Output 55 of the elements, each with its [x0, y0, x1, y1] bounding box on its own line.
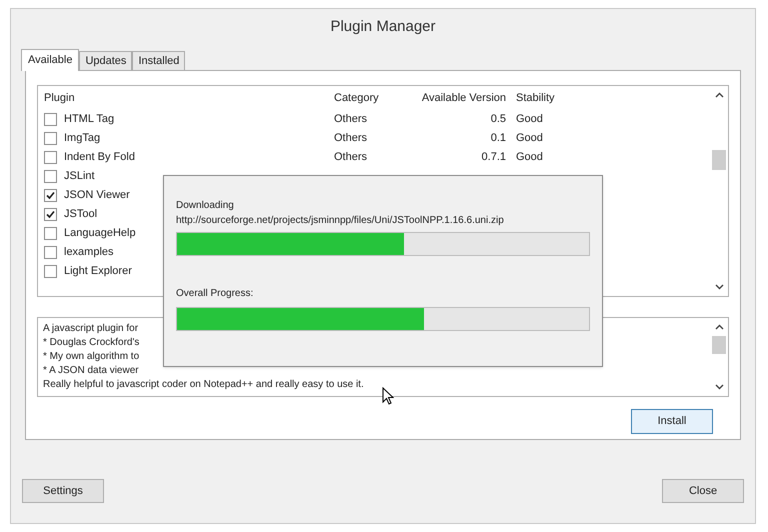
plugin-name: JSLint: [64, 169, 95, 184]
column-header[interactable]: Stability: [512, 90, 588, 106]
close-button[interactable]: Close: [662, 479, 744, 503]
scroll-up-icon[interactable]: [714, 92, 724, 98]
check-icon: [46, 210, 55, 219]
table-cell-text: Others: [333, 131, 368, 146]
checkbox[interactable]: [44, 208, 57, 221]
overall-progress-label: Overall Progress:: [176, 287, 254, 301]
column-header[interactable]: Category: [328, 90, 408, 106]
table-cell-text: 0.7.1: [480, 150, 507, 166]
table-cell-text: Good: [515, 150, 544, 166]
plugin-name: JSON Viewer: [64, 188, 130, 204]
description-line: * A JSON data viewer: [43, 364, 140, 378]
table-cell-text: Others: [333, 150, 368, 166]
column-header[interactable]: Available Version: [408, 90, 512, 106]
description-line: * My own algorithm to: [43, 350, 140, 364]
table-cell-text: 0.5: [490, 112, 507, 128]
checkbox[interactable]: [44, 227, 57, 240]
window-title: Plugin Manager: [330, 16, 436, 37]
column-header[interactable]: Plugin: [38, 90, 328, 106]
table-cell-text: Others: [333, 112, 368, 128]
description-line: * Douglas Crockford's: [43, 336, 140, 350]
checkbox[interactable]: [44, 132, 57, 145]
plugin-name: lexamples: [64, 245, 114, 260]
settings-button[interactable]: Settings: [22, 479, 104, 503]
table-cell-text: Good: [515, 112, 544, 128]
download-url: http://sourceforge.net/projects/jsminnpp/files/Uni/JSToolNPP.1.16.6.uni.zip: [176, 214, 505, 228]
checkbox[interactable]: [44, 151, 57, 164]
tab[interactable]: Installed: [132, 51, 186, 70]
plugin-name: ImgTag: [64, 131, 100, 146]
tab[interactable]: Available: [21, 49, 80, 71]
scroll-thumb[interactable]: [712, 336, 726, 354]
scroll-thumb[interactable]: [712, 150, 726, 170]
plugin-name: JSTool: [64, 207, 98, 222]
plugin-name: Indent By Fold: [64, 150, 135, 166]
scroll-down-icon[interactable]: [714, 384, 724, 390]
checkbox[interactable]: [44, 265, 57, 278]
plugin-name: HTML Tag: [64, 112, 114, 128]
downloading-label: Downloading: [176, 199, 235, 213]
checkbox[interactable]: [44, 170, 57, 183]
checkbox[interactable]: [44, 246, 57, 259]
checkbox[interactable]: [44, 189, 57, 202]
check-icon: [46, 191, 55, 200]
description-line: A javascript plugin for: [43, 322, 140, 336]
tab[interactable]: Updates: [79, 51, 132, 70]
plugin-name: LanguageHelp: [64, 226, 136, 242]
table-cell-text: 0.1: [490, 131, 507, 146]
checkbox[interactable]: [44, 113, 57, 126]
mouse-cursor-icon: [382, 387, 394, 405]
plugin-name: Light Explorer: [64, 264, 132, 280]
scroll-down-icon[interactable]: [714, 284, 724, 290]
description-line: Really helpful to javascript coder on Notepad++ and really easy to use it.: [43, 378, 365, 392]
scroll-up-icon[interactable]: [714, 324, 724, 330]
install-button[interactable]: Install: [631, 409, 713, 434]
table-cell-text: Good: [515, 131, 544, 146]
